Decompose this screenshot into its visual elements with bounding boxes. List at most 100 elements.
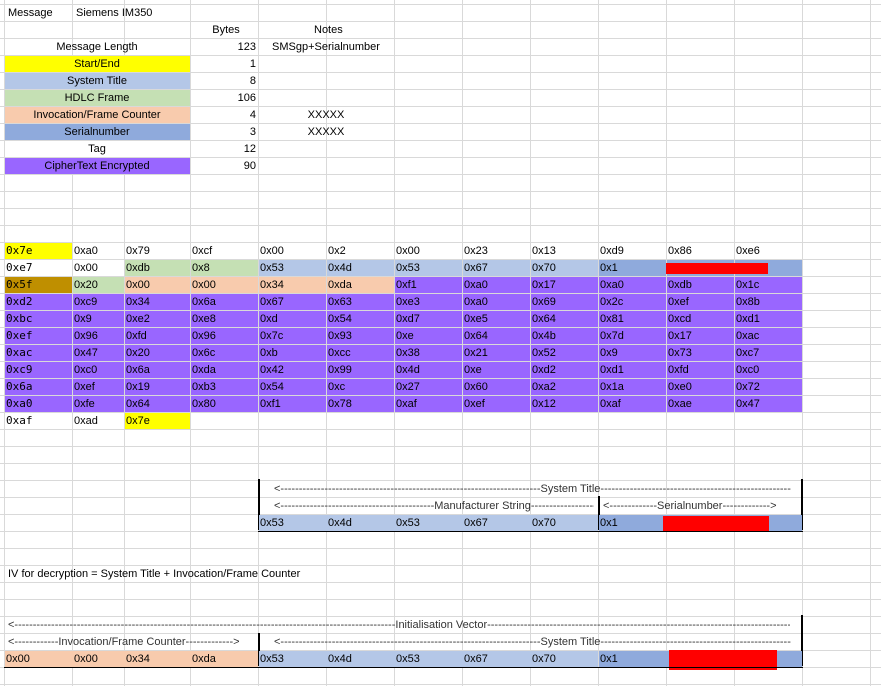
summary-notes[interactable]: SMSgp+Serialnumber (258, 39, 394, 55)
hex-cell[interactable]: 0x4d (394, 362, 462, 378)
hex-cell[interactable]: 0x6a (190, 294, 258, 310)
hex-cell[interactable]: 0x67 (462, 260, 530, 276)
hex-cell[interactable]: 0x63 (326, 294, 394, 310)
message-label[interactable]: Message (6, 5, 76, 21)
hex-cell[interactable]: 0x17 (530, 277, 598, 293)
hex-cell[interactable]: 0xfd (124, 328, 190, 344)
hex-cell[interactable]: 0xd2 (530, 362, 598, 378)
hex-cell[interactable]: 0x54 (258, 379, 326, 395)
hex-cell[interactable]: 0xef (72, 379, 124, 395)
hex-cell[interactable]: 0x96 (190, 328, 258, 344)
hex-cell[interactable]: 0xa2 (530, 379, 598, 395)
hex-cell[interactable]: 0xc (326, 379, 394, 395)
hex-cell[interactable]: 0xa0 (462, 277, 530, 293)
hex-cell[interactable]: 0x1 (598, 260, 666, 276)
hex-cell[interactable]: 0x00 (258, 243, 326, 259)
hex-cell[interactable]: 0xef (4, 328, 72, 344)
summary-label[interactable]: CipherText Encrypted (4, 158, 190, 174)
hex-cell[interactable]: 0xef (666, 294, 734, 310)
iv-system-title-value[interactable]: 0x70 (530, 651, 598, 667)
summary-label[interactable]: System Title (4, 73, 190, 89)
system-title-value[interactable]: 0x53 (394, 515, 462, 531)
hex-cell[interactable]: 0x21 (462, 345, 530, 361)
hex-cell[interactable]: 0x38 (394, 345, 462, 361)
iv-invocation-value[interactable]: 0x00 (72, 651, 124, 667)
hex-cell[interactable]: 0x42 (258, 362, 326, 378)
summary-bytes[interactable]: 12 (190, 141, 258, 157)
summary-bytes[interactable]: 106 (190, 90, 258, 106)
summary-label[interactable]: Invocation/Frame Counter (4, 107, 190, 123)
hex-cell[interactable]: 0xdb (124, 260, 190, 276)
hex-cell[interactable]: 0xae (666, 396, 734, 412)
hex-cell[interactable]: 0x23 (462, 243, 530, 259)
iv-system-title-value[interactable]: 0x53 (258, 651, 326, 667)
summary-bytes[interactable]: 8 (190, 73, 258, 89)
hex-cell[interactable]: 0x54 (326, 311, 394, 327)
hex-cell[interactable]: 0xe (394, 328, 462, 344)
hex-cell[interactable]: 0xcd (666, 311, 734, 327)
hex-cell[interactable]: 0x2c (598, 294, 666, 310)
hex-cell[interactable]: 0x6c (190, 345, 258, 361)
message-value[interactable]: Siemens IM350 (74, 5, 194, 21)
hex-cell[interactable]: 0x80 (190, 396, 258, 412)
hex-cell[interactable]: 0x64 (530, 311, 598, 327)
hex-cell[interactable]: 0x79 (124, 243, 190, 259)
hex-cell[interactable]: 0x2 (326, 243, 394, 259)
summary-bytes[interactable]: 90 (190, 158, 258, 174)
hex-cell[interactable]: 0x00 (394, 243, 462, 259)
iv-invocation-value[interactable]: 0xda (190, 651, 258, 667)
hex-cell[interactable]: 0x27 (394, 379, 462, 395)
hex-cell[interactable]: 0xd1 (598, 362, 666, 378)
iv-system-title-value[interactable]: 0x1 (598, 651, 666, 667)
hex-cell[interactable]: 0x00 (72, 260, 124, 276)
hex-cell[interactable]: 0x64 (124, 396, 190, 412)
hex-cell[interactable]: 0x34 (258, 277, 326, 293)
hex-cell[interactable]: 0xa0 (462, 294, 530, 310)
hex-cell[interactable]: 0x00 (124, 277, 190, 293)
hex-cell[interactable]: 0x73 (666, 345, 734, 361)
hex-cell[interactable]: 0x72 (734, 379, 802, 395)
hex-cell[interactable]: 0x78 (326, 396, 394, 412)
hex-cell[interactable]: 0x60 (462, 379, 530, 395)
hex-cell[interactable]: 0xc9 (72, 294, 124, 310)
hex-cell[interactable]: 0x96 (72, 328, 124, 344)
notes-header[interactable]: Notes (312, 22, 392, 38)
hex-cell[interactable]: 0xfe (72, 396, 124, 412)
iv-system-title-value[interactable]: 0x4d (326, 651, 394, 667)
hex-cell[interactable]: 0xc0 (72, 362, 124, 378)
iv-system-title-value[interactable]: 0x53 (394, 651, 462, 667)
hex-cell[interactable]: 0xe8 (190, 311, 258, 327)
summary-bytes[interactable]: 123 (190, 39, 258, 55)
hex-cell[interactable]: 0xe7 (4, 260, 72, 276)
hex-cell[interactable]: 0x70 (530, 260, 598, 276)
hex-cell[interactable]: 0x5f (4, 277, 72, 293)
summary-bytes[interactable]: 3 (190, 124, 258, 140)
hex-cell[interactable]: 0xc7 (734, 345, 802, 361)
hex-cell[interactable]: 0xe (462, 362, 530, 378)
summary-label[interactable]: Start/End (4, 56, 190, 72)
summary-notes[interactable]: XXXXX (258, 124, 394, 140)
iv-system-title-value[interactable]: 0x67 (462, 651, 530, 667)
system-title-value[interactable]: 0x67 (462, 515, 530, 531)
summary-label[interactable]: Tag (4, 141, 190, 157)
summary-label[interactable]: Message Length (4, 39, 190, 55)
hex-cell[interactable]: 0xd7 (394, 311, 462, 327)
hex-cell[interactable]: 0x7e (4, 243, 72, 259)
hex-cell[interactable]: 0xbc (4, 311, 72, 327)
hex-cell[interactable]: 0x12 (530, 396, 598, 412)
hex-cell[interactable]: 0x6a (124, 362, 190, 378)
hex-cell[interactable]: 0x86 (666, 243, 734, 259)
hex-cell[interactable]: 0x9 (72, 311, 124, 327)
hex-cell[interactable]: 0x64 (462, 328, 530, 344)
hex-cell[interactable]: 0xa0 (72, 243, 124, 259)
hex-cell[interactable]: 0xaf (598, 396, 666, 412)
hex-cell[interactable]: 0xe0 (666, 379, 734, 395)
hex-cell[interactable]: 0xa0 (4, 396, 72, 412)
hex-cell[interactable]: 0x7c (258, 328, 326, 344)
hex-cell[interactable]: 0xd2 (4, 294, 72, 310)
hex-cell[interactable]: 0xac (4, 345, 72, 361)
hex-cell[interactable]: 0xda (326, 277, 394, 293)
hex-cell[interactable]: 0x53 (394, 260, 462, 276)
hex-cell[interactable]: 0xb (258, 345, 326, 361)
bytes-header[interactable]: Bytes (192, 22, 260, 38)
